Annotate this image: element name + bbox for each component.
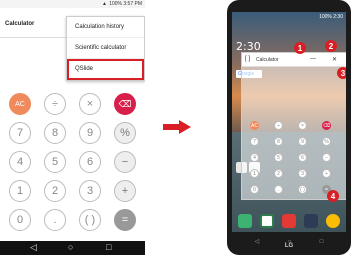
- key-delete[interactable]: ⌫: [114, 93, 136, 115]
- key-ac[interactable]: AC: [9, 93, 31, 115]
- recents-button[interactable]: □: [106, 242, 111, 252]
- key-parens[interactable]: ( ): [79, 209, 101, 231]
- messages-app-icon[interactable]: [282, 214, 296, 228]
- signal-icon: ▲: [102, 1, 107, 7]
- callout-badge-1: 1: [294, 42, 306, 54]
- mini-key-parens[interactable]: ( ): [298, 185, 307, 194]
- key-9[interactable]: 9: [79, 122, 101, 144]
- mini-key-4[interactable]: 4: [250, 153, 259, 162]
- app-dock: [232, 210, 346, 232]
- callout-badge-2: 2: [325, 40, 337, 52]
- key-5[interactable]: 5: [44, 151, 66, 173]
- app-title: Calculator: [5, 21, 35, 27]
- callout-badge-4: 4: [327, 190, 339, 202]
- key-0[interactable]: 0: [9, 209, 31, 231]
- key-1[interactable]: 1: [9, 180, 31, 202]
- home-button[interactable]: ○: [68, 242, 73, 252]
- arrow-right-icon: [163, 120, 191, 134]
- mini-key-minus[interactable]: −: [322, 153, 331, 162]
- mini-key-dot[interactable]: .: [274, 185, 283, 194]
- mini-key-plus[interactable]: +: [322, 169, 331, 178]
- minimize-button[interactable]: —: [310, 56, 316, 62]
- key-plus[interactable]: +: [114, 180, 136, 202]
- phone-screen: 100% 2:30 2:30 Google [ ] Calculator — ✕…: [232, 12, 346, 232]
- qslide-title: Calculator: [256, 57, 279, 63]
- battery-level: 100%: [109, 1, 122, 7]
- mini-key-5[interactable]: 5: [274, 153, 283, 162]
- calculator-screenshot: ▲ 100% 3:57 PM Calculator Calculation hi…: [0, 0, 145, 255]
- qslide-window: [ ] Calculator — ✕ AC ÷ × ⌫ 7 8 9% 4 5 6 − 1 2 3 +0. ( …: [241, 52, 346, 200]
- callout-badge-3: 3: [337, 67, 346, 79]
- key-multiply[interactable]: ×: [79, 93, 101, 115]
- status-text: 100% 2:30: [319, 14, 343, 20]
- key-dot[interactable]: .: [44, 209, 66, 231]
- camera-app-icon[interactable]: [304, 214, 318, 228]
- mini-key-ac[interactable]: AC: [250, 121, 259, 130]
- mini-key-8[interactable]: 8: [274, 137, 283, 146]
- status-bar: ▲ 100% 3:57 PM: [0, 0, 145, 8]
- qslide-header: [ ] Calculator — ✕: [242, 53, 346, 67]
- key-divide[interactable]: ÷: [44, 93, 66, 115]
- mini-key-0[interactable]: 0: [250, 185, 259, 194]
- nav-bar: ◁ ○ □: [0, 241, 145, 255]
- overflow-menu: Calculation history Scientific calculato…: [66, 16, 145, 81]
- menu-item-scientific-calculator[interactable]: Scientific calculator: [67, 38, 144, 59]
- mini-key-2[interactable]: 2: [274, 169, 283, 178]
- key-8[interactable]: 8: [44, 122, 66, 144]
- status-time: 2:30: [333, 14, 343, 20]
- mini-key-delete[interactable]: ⌫: [322, 121, 331, 130]
- brand-logo: LG: [284, 243, 294, 249]
- close-icon[interactable]: ✕: [332, 56, 337, 63]
- phone-frame: 100% 2:30 2:30 Google [ ] Calculator — ✕…: [227, 0, 351, 255]
- expand-icon[interactable]: [ ]: [245, 56, 250, 62]
- mini-key-1[interactable]: 1: [250, 169, 259, 178]
- status-time: 3:57 PM: [123, 1, 142, 7]
- battery-level: 100%: [319, 14, 332, 20]
- back-button[interactable]: ◁: [30, 242, 37, 253]
- mini-key-7[interactable]: 7: [250, 137, 259, 146]
- key-percent[interactable]: %: [114, 122, 136, 144]
- mini-key-6[interactable]: 6: [298, 153, 307, 162]
- key-3[interactable]: 3: [79, 180, 101, 202]
- key-2[interactable]: 2: [44, 180, 66, 202]
- status-text: 100% 3:57 PM: [109, 1, 142, 7]
- mini-key-3[interactable]: 3: [298, 169, 307, 178]
- contacts-app-icon[interactable]: [260, 214, 274, 228]
- menu-item-calculation-history[interactable]: Calculation history: [67, 17, 144, 38]
- key-4[interactable]: 4: [9, 151, 31, 173]
- key-equals[interactable]: =: [114, 209, 136, 231]
- mini-key-percent[interactable]: %: [322, 137, 331, 146]
- key-6[interactable]: 6: [79, 151, 101, 173]
- key-7[interactable]: 7: [9, 122, 31, 144]
- mini-key-9[interactable]: 9: [298, 137, 307, 146]
- mini-key-divide[interactable]: ÷: [274, 121, 283, 130]
- key-minus[interactable]: −: [114, 151, 136, 173]
- phone-nav-bar: ◁ ○ □: [227, 230, 351, 245]
- mini-key-multiply[interactable]: ×: [298, 121, 307, 130]
- phone-app-icon[interactable]: [238, 214, 252, 228]
- menu-item-qslide[interactable]: QSlide: [67, 59, 144, 80]
- chrome-app-icon[interactable]: [326, 214, 340, 228]
